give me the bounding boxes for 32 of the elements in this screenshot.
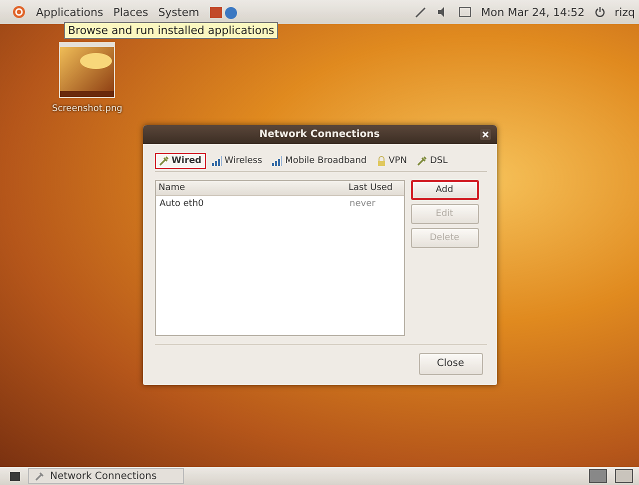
menu-item[interactable]: Applications [36, 6, 104, 18]
signal-bars-icon [212, 156, 222, 166]
padlock-icon [376, 156, 386, 166]
close-icon[interactable] [480, 128, 490, 140]
table-cell[interactable]: never [346, 196, 404, 212]
show-desktop-icon[interactable] [10, 472, 20, 480]
power-icon[interactable] [594, 7, 605, 17]
column-header[interactable]: Last Used [346, 180, 404, 194]
user-name[interactable]: rizq [614, 6, 635, 18]
menu-item[interactable]: System [158, 6, 200, 18]
menu-item[interactable]: Places [113, 6, 148, 18]
tab[interactable]: Wireless [208, 152, 266, 168]
plug-icon [416, 156, 427, 166]
tab[interactable]: Wired [154, 152, 206, 168]
tooltip: Browse and run installed applications [64, 22, 278, 39]
tab[interactable]: VPN [372, 152, 411, 168]
column-header[interactable]: Name [156, 180, 346, 194]
plug-icon [158, 156, 168, 166]
table-cell[interactable]: Auto eth0 [156, 196, 346, 212]
tab[interactable]: DSL [412, 152, 452, 168]
task-button[interactable]: Network Connections [28, 468, 184, 484]
launcher-icon[interactable] [209, 5, 240, 19]
file-name: Screenshot.png [52, 104, 122, 114]
clock[interactable]: Mon Mar 24, 14:52 [481, 6, 585, 18]
workspace-icon[interactable] [615, 469, 633, 483]
close-button[interactable]: Close [418, 352, 482, 374]
tab[interactable]: Mobile Broadband [268, 152, 371, 168]
plug-icon [35, 471, 45, 481]
signal-bars-icon [272, 156, 282, 166]
logo-icon[interactable] [12, 5, 26, 19]
action-button[interactable]: Add [410, 180, 478, 200]
window-title: Network Connections [259, 128, 380, 140]
